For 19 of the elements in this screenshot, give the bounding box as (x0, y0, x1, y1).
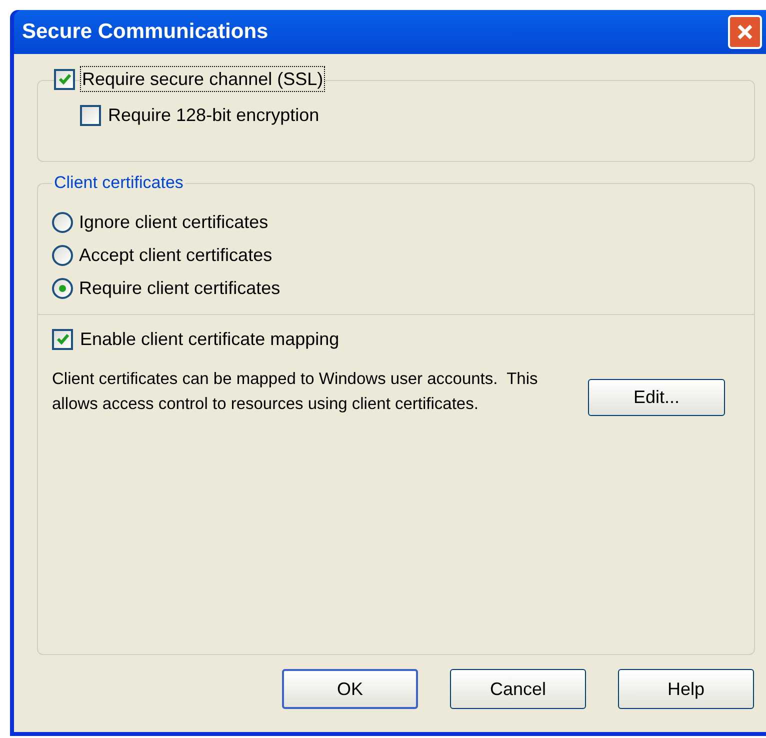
dialog-button[interactable]: Cancel (450, 669, 586, 709)
window-title: Secure Communications (22, 19, 268, 46)
dialog-button[interactable]: OK (282, 669, 418, 709)
dialog-button[interactable]: Help (618, 669, 754, 709)
radio-button[interactable] (52, 212, 73, 232)
close-icon (736, 23, 754, 41)
radio-button[interactable] (52, 244, 73, 266)
radio-label: Require client certificates (79, 277, 280, 300)
checkbox[interactable] (54, 68, 75, 90)
checkbox[interactable] (80, 104, 101, 126)
checkmark-icon (56, 332, 70, 346)
edit-button[interactable]: Edit... (588, 378, 725, 416)
radio-label: Ignore client certificates (79, 211, 268, 234)
description-text: Client certificates can be mapped to Windows user accounts. This allows access control to resources using client certificates. (52, 369, 539, 415)
checkbox[interactable] (52, 328, 73, 350)
radio-label: Accept client certificates (79, 244, 272, 267)
radio-button[interactable] (52, 278, 73, 298)
checkmark-icon (58, 72, 72, 86)
close-button[interactable] (728, 15, 762, 49)
